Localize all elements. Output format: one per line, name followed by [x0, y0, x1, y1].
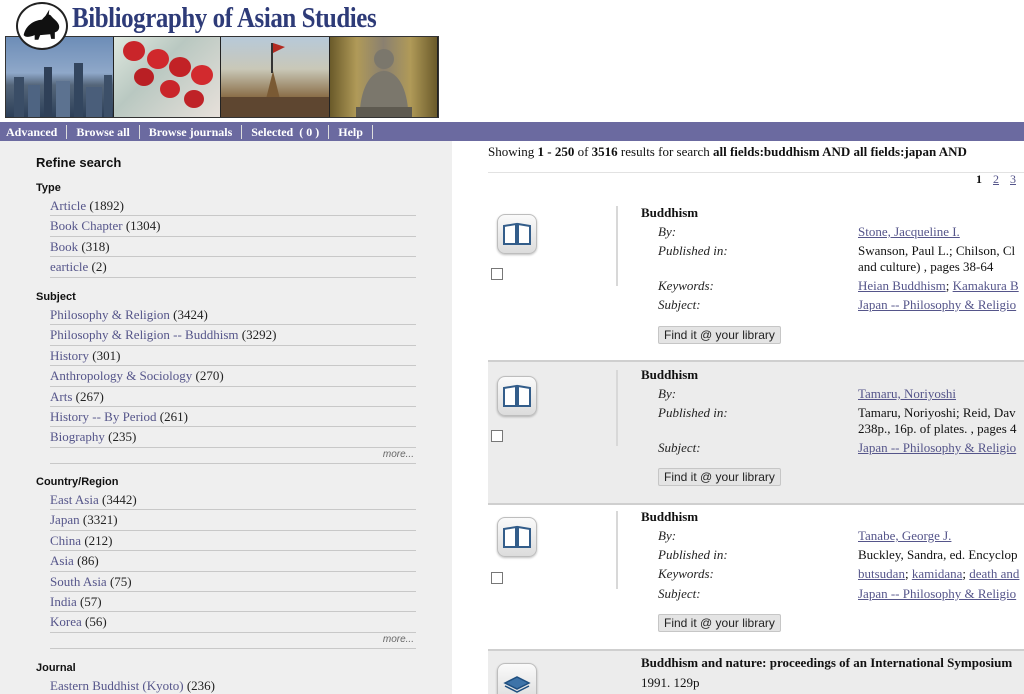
rhino-silhouette-icon [23, 9, 60, 40]
subject-label: Subject: [658, 586, 701, 601]
results-summary: Showing 1 - 250 of 3516 results for sear… [488, 144, 967, 159]
published-label: Published in: [658, 547, 728, 562]
pagination: 123 [976, 172, 1024, 187]
published-label: Published in: [658, 243, 728, 258]
banner-image [5, 36, 439, 118]
published-value: Swanson, Paul L.; Chilson, Cl and culture… [858, 243, 1016, 274]
temple-landscape-photo [221, 37, 330, 117]
nav-selected[interactable]: Selected ( 0 ) [242, 124, 330, 139]
nav-advanced[interactable]: Advanced [0, 124, 68, 139]
facet-item[interactable]: earticle (2) [50, 257, 416, 278]
record-title[interactable]: Buddhism [641, 205, 698, 221]
keywords-label: Keywords: [658, 566, 714, 581]
nav-browse-all[interactable]: Browse all [67, 124, 140, 139]
buddha-statue-photo [330, 37, 438, 117]
book-icon[interactable] [497, 517, 537, 557]
record-divider [616, 370, 618, 446]
author-link[interactable]: Tamaru, Noriyoshi [858, 386, 956, 402]
record-divider [616, 511, 618, 589]
book-icon[interactable] [497, 214, 537, 254]
city-skyline-photo [6, 37, 114, 117]
published-label: Published in: [658, 405, 728, 420]
subject-link[interactable]: Japan -- Philosophy & Religio [858, 440, 1016, 456]
by-label: By: [658, 528, 677, 543]
select-checkbox[interactable] [491, 268, 503, 280]
facet-item[interactable]: Anthropology & Sociology (270) [50, 366, 416, 387]
author-link[interactable]: Stone, Jacqueline I. [858, 224, 960, 240]
main-nav: Advanced Browse all Browse journals Sele… [0, 122, 1024, 141]
site-title[interactable]: Bibliography of Asian Studies [72, 2, 377, 35]
select-checkbox[interactable] [491, 572, 503, 584]
nav-browse-journals[interactable]: Browse journals [140, 124, 243, 139]
more-link[interactable]: more... [50, 448, 416, 464]
facet-title: Type [36, 182, 61, 194]
facet-item[interactable]: Book (318) [50, 237, 416, 258]
facet-item[interactable]: History (301) [50, 346, 416, 367]
page-link-current[interactable]: 1 [976, 172, 982, 186]
facet-item[interactable]: India (57) [50, 592, 416, 613]
find-it-button[interactable]: Find it @ your library [658, 326, 781, 344]
result-record: Buddhism By: Tamaru, Noriyoshi Published… [488, 362, 1024, 503]
logo-icon[interactable] [16, 2, 68, 50]
keywords-value[interactable]: Heian Buddhism; Kamakura B [858, 278, 1019, 294]
facet-item[interactable]: South Asia (75) [50, 572, 416, 592]
subject-label: Subject: [658, 440, 701, 455]
facet-item[interactable]: Article (1892) [50, 196, 416, 217]
book-stack-icon[interactable] [497, 663, 537, 694]
subject-link[interactable]: Japan -- Philosophy & Religio [858, 586, 1016, 602]
facet-item[interactable]: Philosophy & Religion -- Buddhism (3292) [50, 325, 416, 346]
subject-label: Subject: [658, 297, 701, 312]
facet-item[interactable]: China (212) [50, 531, 416, 552]
facet-type: Type Article (1892) Book Chapter (1304) … [36, 182, 416, 278]
facet-item[interactable]: Asia (86) [50, 551, 416, 572]
facet-journal: Journal Eastern Buddhist (Kyoto) (236) [36, 662, 416, 694]
record-title[interactable]: Buddhism and nature: proceedings of an I… [641, 655, 1012, 671]
published-value: Buckley, Sandra, ed. Encyclop [858, 547, 1018, 562]
facet-item[interactable]: Biography (235) [50, 427, 416, 448]
result-record: Buddhism and nature: proceedings of an I… [488, 651, 1024, 694]
nav-help[interactable]: Help [329, 124, 373, 139]
find-it-button[interactable]: Find it @ your library [658, 614, 781, 632]
summary-divider [488, 172, 1024, 173]
more-link[interactable]: more... [50, 633, 416, 649]
facet-item[interactable]: Arts (267) [50, 387, 416, 407]
record-subtitle: 1991. 129p [641, 675, 700, 690]
record-title[interactable]: Buddhism [641, 509, 698, 525]
record-divider [616, 206, 618, 286]
facet-item[interactable]: Japan (3321) [50, 510, 416, 531]
facet-item[interactable]: Philosophy & Religion (3424) [50, 305, 416, 326]
refine-sidebar: Refine search Type Article (1892) Book C… [0, 141, 452, 694]
facet-item[interactable]: Book Chapter (1304) [50, 216, 416, 237]
author-link[interactable]: Tanabe, George J. [858, 528, 951, 544]
published-value: Tamaru, Noriyoshi; Reid, Dav 238p., 16p. … [858, 405, 1017, 436]
page-link[interactable]: 2 [993, 172, 999, 186]
keywords-value[interactable]: butsudan; kamidana; death and [858, 566, 1019, 582]
select-checkbox[interactable] [491, 430, 503, 442]
facet-country-region: Country/Region East Asia (3442) Japan (3… [36, 476, 416, 649]
find-it-button[interactable]: Find it @ your library [658, 468, 781, 486]
facet-item[interactable]: History -- By Period (261) [50, 407, 416, 428]
facet-subject: Subject Philosophy & Religion (3424) Phi… [36, 291, 416, 464]
facet-item[interactable]: Eastern Buddhist (Kyoto) (236) [50, 676, 416, 694]
lanterns-photo [114, 37, 221, 117]
refine-title: Refine search [36, 155, 122, 170]
page-link[interactable]: 3 [1010, 172, 1016, 186]
result-record: Buddhism By: Stone, Jacqueline I. Publis… [488, 196, 1024, 360]
book-icon[interactable] [497, 376, 537, 416]
facet-title: Country/Region [36, 476, 119, 488]
site-header: Bibliography of Asian Studies [0, 0, 1024, 122]
facet-title: Subject [36, 291, 76, 303]
keywords-label: Keywords: [658, 278, 714, 293]
facet-item[interactable]: Korea (56) [50, 612, 416, 633]
facet-title: Journal [36, 662, 76, 674]
by-label: By: [658, 386, 677, 401]
facet-item[interactable]: East Asia (3442) [50, 490, 416, 511]
subject-link[interactable]: Japan -- Philosophy & Religio [858, 297, 1016, 313]
result-record: Buddhism By: Tanabe, George J. Published… [488, 505, 1024, 649]
by-label: By: [658, 224, 677, 239]
record-title[interactable]: Buddhism [641, 367, 698, 383]
